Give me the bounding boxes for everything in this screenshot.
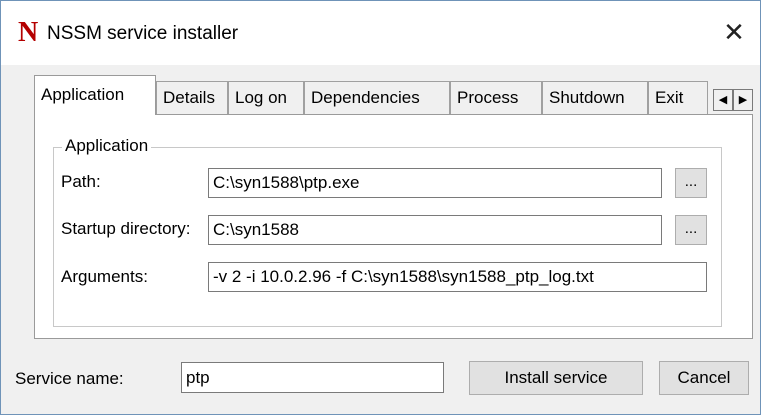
tab-scroll-left-icon[interactable]: ◀ [713, 89, 733, 111]
tab-log-on[interactable]: Log on [228, 81, 304, 115]
tab-scroll-arrows: ◀ ▶ [713, 89, 753, 111]
arguments-input[interactable] [208, 262, 707, 292]
tab-exit[interactable]: Exit [648, 81, 708, 115]
path-browse-button[interactable]: ... [675, 168, 707, 198]
nssm-app-icon: N [18, 17, 39, 48]
nssm-installer-window: N NSSM service installer ✕ Application D… [0, 0, 761, 415]
startup-directory-browse-button[interactable]: ... [675, 215, 707, 245]
arguments-label: Arguments: [61, 267, 148, 286]
service-name-input[interactable] [181, 362, 444, 393]
close-icon[interactable]: ✕ [718, 17, 750, 49]
startup-directory-label: Startup directory: [61, 219, 191, 238]
application-tab-page: Application Path: ... Startup directory:… [34, 114, 753, 339]
window-title: NSSM service installer [47, 23, 239, 44]
service-name-label: Service name: [15, 369, 124, 388]
tab-process[interactable]: Process [450, 81, 542, 115]
title-bar[interactable]: N NSSM service installer ✕ [1, 1, 760, 65]
install-service-button[interactable]: Install service [469, 361, 643, 395]
application-groupbox: Application Path: ... Startup directory:… [53, 136, 722, 327]
tab-strip: Application Details Log on Dependencies … [34, 73, 754, 115]
startup-directory-input[interactable] [208, 215, 662, 245]
tab-dependencies[interactable]: Dependencies [304, 81, 450, 115]
tab-application[interactable]: Application [34, 75, 156, 115]
path-label: Path: [61, 172, 101, 191]
path-input[interactable] [208, 168, 662, 198]
tab-shutdown[interactable]: Shutdown [542, 81, 648, 115]
application-group-label: Application [62, 136, 152, 156]
tab-scroll-right-icon[interactable]: ▶ [733, 89, 753, 111]
cancel-button[interactable]: Cancel [659, 361, 749, 395]
tab-details[interactable]: Details [156, 81, 228, 115]
